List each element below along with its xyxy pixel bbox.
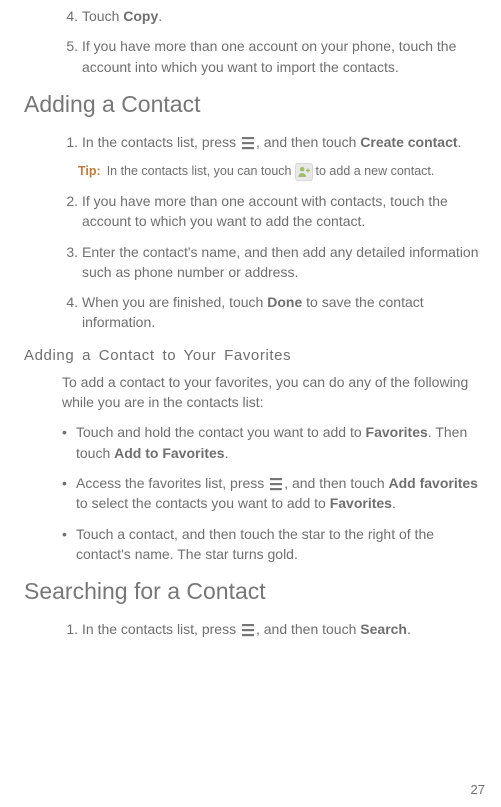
text: In the contacts list, you can touch [107, 162, 292, 181]
page-number: 27 [471, 782, 485, 797]
bullet: • [62, 422, 72, 463]
heading-searching: Searching for a Contact [24, 578, 487, 605]
menu-icon [242, 136, 254, 150]
text: . [158, 8, 162, 24]
text: to add a new contact. [316, 162, 435, 181]
add-contact-icon [295, 163, 313, 181]
text: . [225, 445, 229, 461]
list-body: Enter the contact's name, and then add a… [82, 242, 487, 283]
bold-text: Create contact [360, 134, 457, 150]
text: , and then touch [256, 621, 360, 637]
favorites-intro: To add a contact to your favorites, you … [62, 372, 487, 413]
text: . [392, 495, 396, 511]
text: , and then touch [256, 134, 360, 150]
bold-text: Favorites [330, 495, 392, 511]
text: In the contacts list, press [82, 621, 240, 637]
bullet: • [62, 473, 72, 514]
bold-text: Favorites [366, 424, 428, 440]
bullet-body: Access the favorites list, press , and t… [76, 473, 487, 514]
list-number: 5. [62, 36, 78, 77]
text: Touch [82, 8, 123, 24]
text: to select the contacts you want to add t… [76, 495, 330, 511]
text: When you are finished, touch [82, 294, 267, 310]
bold-text: Done [267, 294, 302, 310]
list-item-4: 4. Touch Copy. [62, 6, 487, 26]
bold-text: Search [360, 621, 407, 637]
list-number: 1. [62, 132, 78, 152]
list-body: In the contacts list, press , and then t… [82, 132, 487, 152]
bullet-body: Touch and hold the contact you want to a… [76, 422, 487, 463]
text: , and then touch [284, 475, 388, 491]
list-body: If you have more than one account with c… [82, 191, 487, 232]
list-number: 3. [62, 242, 78, 283]
text: Touch and hold the contact you want to a… [76, 424, 366, 440]
list-body: Touch Copy. [82, 6, 487, 26]
list-body: If you have more than one account on you… [82, 36, 487, 77]
text: . [458, 134, 462, 150]
bold-text: Copy [123, 8, 158, 24]
search-step-1: 1. In the contacts list, press , and the… [62, 619, 487, 639]
text: Access the favorites list, press [76, 475, 268, 491]
menu-icon [242, 623, 254, 637]
bold-text: Add favorites [389, 475, 478, 491]
add-step-3: 3. Enter the contact's name, and then ad… [62, 242, 487, 283]
add-step-2: 2. If you have more than one account wit… [62, 191, 487, 232]
list-number: 4. [62, 6, 78, 26]
list-number: 4. [62, 292, 78, 333]
bullet-body: Touch a contact, and then touch the star… [76, 524, 487, 565]
list-number: 2. [62, 191, 78, 232]
add-step-1: 1. In the contacts list, press , and the… [62, 132, 487, 152]
heading-adding-contact: Adding a Contact [24, 91, 487, 118]
tip-label: Tip: [78, 162, 101, 181]
text: In the contacts list, press [82, 134, 240, 150]
text: . [407, 621, 411, 637]
list-body: When you are finished, touch Done to sav… [82, 292, 487, 333]
heading-favorites: Adding a Contact to Your Favorites [24, 347, 487, 364]
fav-bullet-3: • Touch a contact, and then touch the st… [62, 524, 487, 565]
tip-line: Tip: In the contacts list, you can touch… [78, 162, 487, 181]
bullet: • [62, 524, 72, 565]
list-number: 1. [62, 619, 78, 639]
bold-text: Add to Favorites [114, 445, 224, 461]
add-step-4: 4. When you are finished, touch Done to … [62, 292, 487, 333]
fav-bullet-2: • Access the favorites list, press , and… [62, 473, 487, 514]
fav-bullet-1: • Touch and hold the contact you want to… [62, 422, 487, 463]
page: 4. Touch Copy. 5. If you have more than … [0, 6, 501, 807]
list-body: In the contacts list, press , and then t… [82, 619, 487, 639]
menu-icon [270, 477, 282, 491]
list-item-5: 5. If you have more than one account on … [62, 36, 487, 77]
